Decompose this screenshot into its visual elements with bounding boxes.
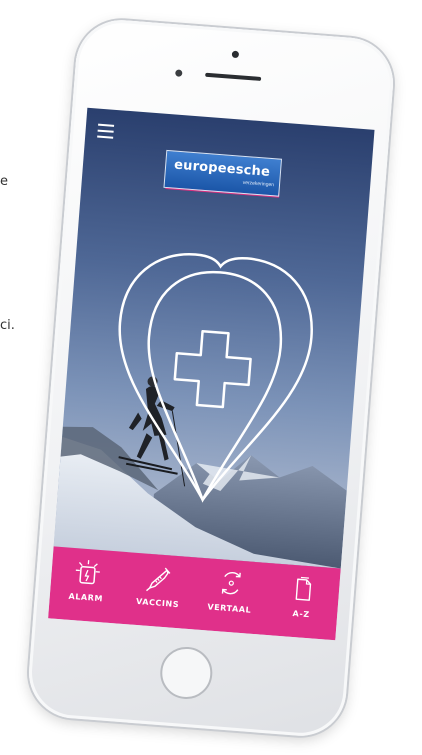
alarm-icon <box>75 560 100 585</box>
app-screen: europeesche verzekeringen ALARM VACCINS … <box>48 107 375 641</box>
hamburger-icon <box>98 123 115 127</box>
nav-a-z-label: A-Z <box>292 608 311 620</box>
menu-button[interactable] <box>95 120 118 142</box>
document-icon <box>295 576 312 601</box>
front-camera <box>231 50 240 59</box>
phone-frame: europeesche verzekeringen ALARM VACCINS … <box>25 16 397 740</box>
nav-vaccins-label: VACCINS <box>135 596 180 610</box>
translate-icon <box>221 571 241 595</box>
nav-alarm-button[interactable]: ALARM <box>53 547 120 624</box>
stage: e ci. europeesche verzekeringen ALARM VA… <box>0 0 422 755</box>
side-text-2: ci. <box>0 318 15 333</box>
nav-vertaal-label: VERTAAL <box>207 602 252 615</box>
proximity-sensor <box>175 69 183 77</box>
home-button[interactable] <box>158 645 215 701</box>
syringe-icon <box>146 567 171 592</box>
nav-vertaal-button[interactable]: VERTAAL <box>197 558 264 635</box>
nav-alarm-label: ALARM <box>68 591 104 604</box>
nav-vaccins-button[interactable]: VACCINS <box>125 552 192 629</box>
side-text-1: e <box>0 174 8 189</box>
brand-logo: europeesche verzekeringen <box>163 149 284 201</box>
nav-a-z-button[interactable]: A-Z <box>268 563 335 640</box>
earpiece-speaker <box>205 72 262 81</box>
medical-cross-heart-icon[interactable] <box>92 230 332 516</box>
